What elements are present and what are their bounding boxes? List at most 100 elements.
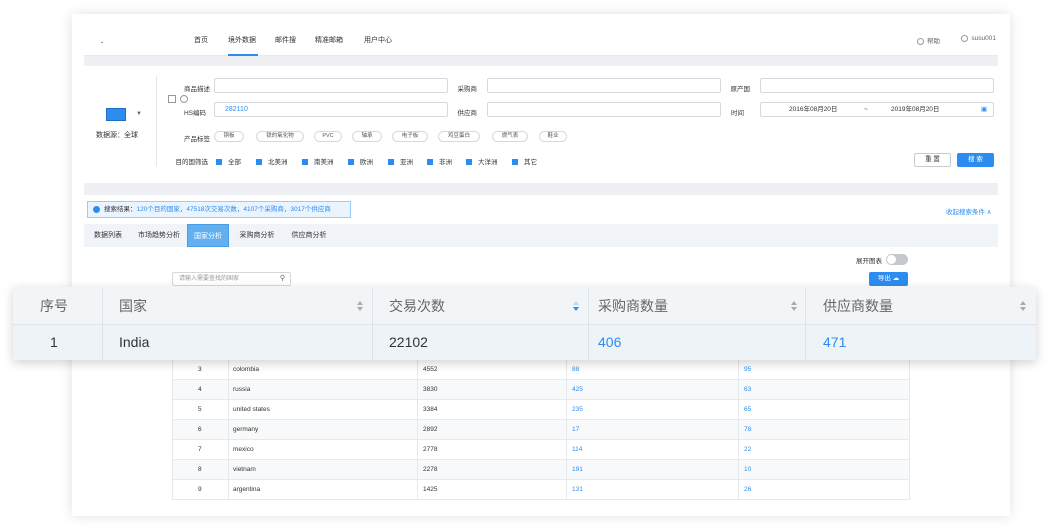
origin-input[interactable] (760, 78, 994, 93)
tab-country-analysis[interactable]: 国家分析 (187, 224, 229, 247)
cell-suppliers[interactable]: 26 (744, 480, 751, 500)
chevron-down-icon[interactable]: ▼ (136, 111, 142, 117)
export-button[interactable]: 导出 ☁ (869, 272, 908, 286)
col-suppliers[interactable]: 供应商数量 (823, 287, 893, 325)
help-link[interactable]: 帮助 (917, 35, 940, 45)
cell-country: germany (233, 426, 259, 433)
cell-buyers[interactable]: 131 (572, 480, 583, 500)
region-checkbox[interactable]: 大洋洲 (466, 156, 498, 166)
region-checkbox[interactable]: 北美洲 (256, 156, 288, 166)
cell-suppliers[interactable]: 78 (744, 420, 751, 440)
tag-chip[interactable]: PVC (314, 131, 342, 142)
cell-suppliers[interactable]: 22 (744, 440, 751, 460)
cell-buyers[interactable]: 17 (572, 420, 579, 440)
table-row[interactable]: 1 India 22102 406 471 (13, 325, 1036, 360)
cell-no: 5 (198, 406, 202, 413)
user-menu[interactable]: susu001 (961, 35, 996, 42)
col-no: 序号 (40, 298, 68, 314)
search-icon[interactable]: ⚲ (280, 273, 285, 285)
cell-trades: 3384 (423, 406, 438, 413)
divider (738, 360, 739, 380)
nav-email-search[interactable]: 邮件搜 (275, 35, 296, 45)
hs-code-input[interactable]: 282110 (214, 102, 448, 117)
region-checkbox[interactable]: 其它 (512, 156, 537, 166)
divider (738, 420, 739, 440)
cell-suppliers[interactable]: 65 (744, 400, 751, 420)
region-checkbox[interactable]: 亚洲 (388, 156, 413, 166)
divider (588, 325, 589, 360)
sort-icon[interactable] (357, 301, 363, 312)
tab-buyer-analysis[interactable]: 采购商分析 (234, 224, 280, 247)
tag-chip[interactable]: 电子板 (392, 131, 428, 142)
tag-chip[interactable]: 鞋业 (539, 131, 567, 142)
sort-icon[interactable] (791, 301, 797, 312)
checkbox-icon (466, 159, 472, 166)
col-buyers[interactable]: 采购商数量 (598, 287, 668, 325)
copy-icon[interactable] (168, 95, 176, 103)
table-row[interactable]: 8 vietnam 2278 191 10 (172, 460, 910, 480)
time-label: 时间 (731, 110, 744, 117)
top-nav: 首页 境外数据 邮件搜 精准邮箱 用户中心 帮助 susu001 (84, 24, 998, 56)
buyer-input[interactable] (487, 78, 721, 93)
cell-buyers[interactable]: 235 (572, 400, 583, 420)
cell-buyers[interactable]: 425 (572, 380, 583, 400)
col-country[interactable]: 国家 (119, 287, 147, 325)
cell-suppliers[interactable]: 95 (744, 360, 751, 380)
expand-chart-toggle[interactable] (886, 254, 908, 265)
collapse-filters-link[interactable]: 收起搜索条件 ∧ (946, 206, 992, 216)
country-search-input[interactable]: 请输入需要查找的国家 ⚲ (172, 272, 291, 286)
cell-buyers[interactable]: 114 (572, 440, 582, 460)
table-row[interactable]: 4 russia 3830 425 63 (172, 380, 910, 400)
search-button[interactable]: 搜 索 (957, 153, 994, 167)
table-row[interactable]: 9 argentina 1425 131 26 (172, 480, 910, 500)
nav-precise-email[interactable]: 精准邮箱 (315, 35, 343, 45)
cell-trades: 2892 (423, 426, 438, 433)
product-desc-input[interactable] (214, 78, 448, 93)
nav-user-center[interactable]: 用户中心 (364, 35, 392, 45)
cell-no: 9 (198, 486, 202, 493)
sort-desc-icon[interactable] (573, 301, 579, 312)
sort-icon[interactable] (1020, 301, 1026, 312)
cell-suppliers[interactable]: 63 (744, 380, 751, 400)
date-separator: ~ (864, 106, 868, 113)
divider (102, 287, 103, 325)
cell-buyers[interactable]: 191 (572, 460, 583, 480)
cell-suppliers[interactable]: 471 (823, 325, 846, 360)
region-checkbox[interactable]: 欧洲 (348, 156, 373, 166)
table-row[interactable]: 6 germany 2892 17 78 (172, 420, 910, 440)
checkbox-icon (302, 159, 308, 166)
help-icon[interactable] (180, 95, 188, 103)
checkbox-icon (348, 159, 354, 166)
cell-suppliers[interactable]: 10 (744, 460, 751, 480)
nav-home[interactable]: 首页 (194, 35, 208, 45)
zoomed-table-header: 序号 国家 交易次数 采购商数量 供应商数量 1 India 22102 406… (13, 287, 1036, 360)
date-range-picker[interactable]: 2016年08月20日 ~ 2019年08月20日 ▣ (760, 102, 994, 117)
calendar-icon[interactable]: ▣ (981, 103, 987, 116)
tag-chip[interactable]: 鸡豆蛋白 (438, 131, 480, 142)
divider (805, 287, 806, 325)
expand-chart-label: 展开图表 (856, 258, 882, 265)
tag-chip[interactable]: 轴承 (352, 131, 382, 142)
reset-button[interactable]: 重 置 (914, 153, 951, 167)
globe-flag-icon[interactable] (106, 108, 126, 121)
col-trades[interactable]: 交易次数 (389, 287, 445, 325)
tags-label: 产品标签 (184, 136, 210, 143)
cell-buyers[interactable]: 406 (598, 325, 621, 360)
cell-buyers[interactable]: 88 (572, 360, 579, 380)
region-checkbox[interactable]: 南美洲 (302, 156, 334, 166)
tab-data-list[interactable]: 数据列表 (88, 224, 128, 247)
tag-chip[interactable]: 铁的氧化物 (256, 131, 304, 142)
tab-supplier-analysis[interactable]: 供应商分析 (285, 224, 333, 247)
region-checkbox[interactable]: 全部 (216, 156, 241, 166)
tag-chip[interactable]: 燃气表 (492, 131, 528, 142)
supplier-input[interactable] (487, 102, 721, 117)
table-row[interactable]: 7 mexico 2778 114 22 (172, 440, 910, 460)
divider-band (84, 183, 998, 195)
nav-overseas-data[interactable]: 境外数据 (228, 35, 256, 45)
origin-label: 原产国 (730, 86, 751, 93)
tag-chip[interactable]: 铜板 (214, 131, 244, 142)
table-row[interactable]: 3 colombia 4552 88 95 (172, 360, 910, 380)
tab-market-trend[interactable]: 市场趋势分析 (134, 224, 184, 247)
region-checkbox[interactable]: 非洲 (427, 156, 452, 166)
table-row[interactable]: 5 united states 3384 235 65 (172, 400, 910, 420)
